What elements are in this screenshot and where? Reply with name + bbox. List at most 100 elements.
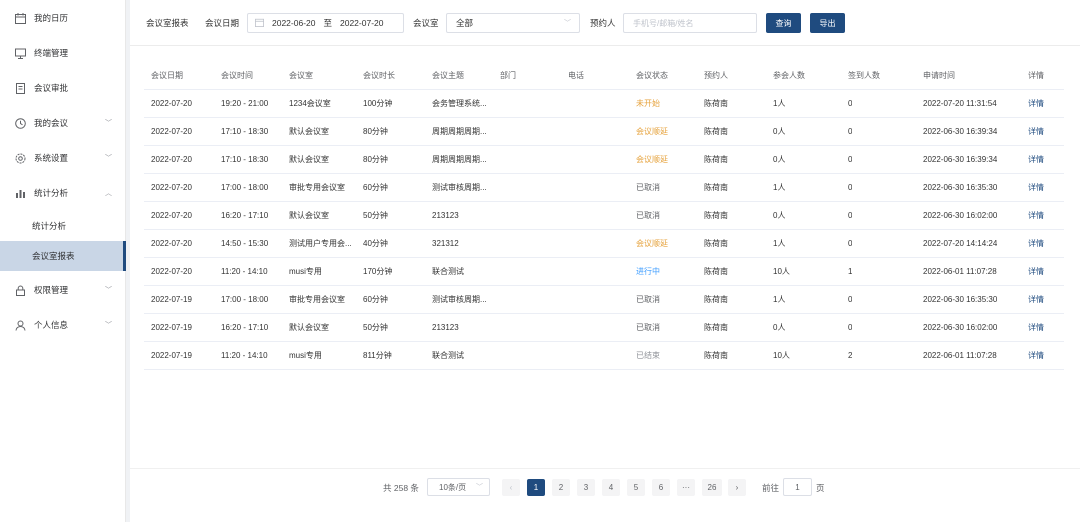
detail-link[interactable]: 详情 <box>1028 314 1044 342</box>
sidebar-subitem-statistics[interactable]: 统计分析 <box>0 211 126 241</box>
cell-booker: 陈荷南 <box>704 267 728 276</box>
room-label: 会议室 <box>413 18 439 28</box>
detail-link[interactable]: 详情 <box>1028 258 1044 286</box>
cell-subject: 测试审核周期... <box>432 183 487 192</box>
cell-duration: 170分钟 <box>363 267 393 276</box>
cell-checked-in: 2 <box>848 351 853 360</box>
document-icon <box>14 82 26 94</box>
detail-link[interactable]: 详情 <box>1028 90 1044 118</box>
cell-status: 进行中 <box>636 267 660 276</box>
sidebar-item-permissions[interactable]: 权限管理 ﹀ <box>0 273 126 307</box>
cell-date: 2022-07-19 <box>151 295 192 304</box>
cell-time: 16:20 - 17:10 <box>221 323 269 332</box>
page-button-2[interactable]: 2 <box>552 479 570 496</box>
cell-subject: 测试审核周期... <box>432 295 487 304</box>
cell-attendees: 10人 <box>773 351 790 360</box>
sidebar-item-approval[interactable]: 会议审批 <box>0 71 126 105</box>
cell-apply-time: 2022-06-30 16:02:00 <box>923 211 998 220</box>
column-header-duration: 会议时长 <box>363 71 395 80</box>
sidebar-item-label: 会议审批 <box>34 83 69 93</box>
goto-page-input[interactable] <box>783 478 812 496</box>
sidebar-item-settings[interactable]: 系统设置 ﹀ <box>0 141 126 175</box>
prev-page-button[interactable]: ‹ <box>502 479 520 496</box>
column-header-status: 会议状态 <box>636 71 668 80</box>
cell-booker: 陈荷南 <box>704 323 728 332</box>
cell-date: 2022-07-20 <box>151 127 192 136</box>
clock-icon <box>14 117 26 129</box>
next-page-button[interactable]: › <box>728 479 746 496</box>
monitor-icon <box>14 47 26 59</box>
cell-time: 17:10 - 18:30 <box>221 155 269 164</box>
cell-status: 未开始 <box>636 99 660 108</box>
cell-booker: 陈荷南 <box>704 351 728 360</box>
chevron-down-icon: ﹀ <box>105 120 112 127</box>
detail-link[interactable]: 详情 <box>1028 146 1044 174</box>
cell-checked-in: 0 <box>848 295 853 304</box>
calendar-icon <box>14 12 26 24</box>
cell-duration: 60分钟 <box>363 295 388 304</box>
detail-link[interactable]: 详情 <box>1028 174 1044 202</box>
cell-booker: 陈荷南 <box>704 211 728 220</box>
query-button[interactable]: 查询 <box>766 13 801 33</box>
detail-link[interactable]: 详情 <box>1028 202 1044 230</box>
sidebar-item-calendar[interactable]: 我的日历 <box>0 1 126 35</box>
cell-time: 16:20 - 17:10 <box>221 211 269 220</box>
goto-unit: 页 <box>816 483 825 493</box>
booker-input[interactable] <box>623 13 757 33</box>
cell-date: 2022-07-20 <box>151 183 192 192</box>
detail-link[interactable]: 详情 <box>1028 342 1044 370</box>
cell-apply-time: 2022-07-20 11:31:54 <box>923 99 997 108</box>
table-row: 2022-07-20 17:10 - 18:30 默认会议室 80分钟 周期周期周期..… <box>144 118 1064 146</box>
cell-attendees: 10人 <box>773 267 790 276</box>
user-icon <box>14 319 26 331</box>
page-button-4[interactable]: 4 <box>602 479 620 496</box>
cell-attendees: 0人 <box>773 323 786 332</box>
cell-subject: 周期周期周期... <box>432 127 487 136</box>
cell-time: 17:10 - 18:30 <box>221 127 269 136</box>
room-select[interactable]: 全部 ﹀ <box>446 13 580 33</box>
detail-link[interactable]: 详情 <box>1028 230 1044 258</box>
cell-checked-in: 0 <box>848 127 853 136</box>
sidebar-item-statistics[interactable]: 统计分析 ︿ <box>0 176 126 210</box>
date-end[interactable]: 2022-07-20 <box>340 18 383 28</box>
cell-duration: 80分钟 <box>363 127 388 136</box>
cell-apply-time: 2022-06-30 16:35:30 <box>923 295 998 304</box>
cell-room: 测试用户专用会... <box>289 239 352 248</box>
cell-apply-time: 2022-06-30 16:35:30 <box>923 183 998 192</box>
page-button-3[interactable]: 3 <box>577 479 595 496</box>
table-row: 2022-07-19 11:20 - 14:10 musi专用 811分钟 联合测试 已结… <box>144 342 1064 370</box>
table-header: 会议日期 会议时间 会议室 会议时长 会议主题 部门 电话 会议状态 预约人 参会人数 签到人数 申请… <box>144 62 1064 90</box>
chevron-down-icon: ﹀ <box>105 287 112 294</box>
page-size-select[interactable]: 10条/页 ﹀ <box>427 478 490 496</box>
cell-apply-time: 2022-06-01 11:07:28 <box>923 267 997 276</box>
date-range-picker[interactable]: 2022-06-20 至 2022-07-20 <box>247 13 404 33</box>
cell-date: 2022-07-19 <box>151 351 192 360</box>
cell-subject: 联合测试 <box>432 267 464 276</box>
page-button-6[interactable]: 6 <box>652 479 670 496</box>
sidebar-subitem-room-report[interactable]: 会议室报表 <box>0 241 126 271</box>
cell-booker: 陈荷南 <box>704 99 728 108</box>
sidebar-item-label: 个人信息 <box>34 320 69 330</box>
chevron-down-icon: ﹀ <box>105 155 112 162</box>
page-button-5[interactable]: 5 <box>627 479 645 496</box>
cell-date: 2022-07-20 <box>151 99 192 108</box>
more-pages-button[interactable]: ··· <box>677 479 695 496</box>
cell-time: 17:00 - 18:00 <box>221 183 269 192</box>
cell-room: 默认会议室 <box>289 155 329 164</box>
sidebar-item-profile[interactable]: 个人信息 ﹀ <box>0 308 126 342</box>
cell-date: 2022-07-20 <box>151 267 192 276</box>
cell-room: musi专用 <box>289 351 322 360</box>
export-button[interactable]: 导出 <box>810 13 845 33</box>
sidebar-item-terminal[interactable]: 终端管理 <box>0 36 126 70</box>
detail-link[interactable]: 详情 <box>1028 286 1044 314</box>
date-start[interactable]: 2022-06-20 <box>272 18 315 28</box>
sidebar-item-my-meetings[interactable]: 我的会议 ﹀ <box>0 106 126 140</box>
cell-attendees: 1人 <box>773 183 786 192</box>
cell-subject: 会务管理系统... <box>432 99 487 108</box>
page-button-1[interactable]: 1 <box>527 479 545 496</box>
cell-checked-in: 1 <box>848 267 853 276</box>
page-button-26[interactable]: 26 <box>702 479 722 496</box>
detail-link[interactable]: 详情 <box>1028 118 1044 146</box>
cell-booker: 陈荷南 <box>704 155 728 164</box>
room-select-value: 全部 <box>456 18 474 28</box>
